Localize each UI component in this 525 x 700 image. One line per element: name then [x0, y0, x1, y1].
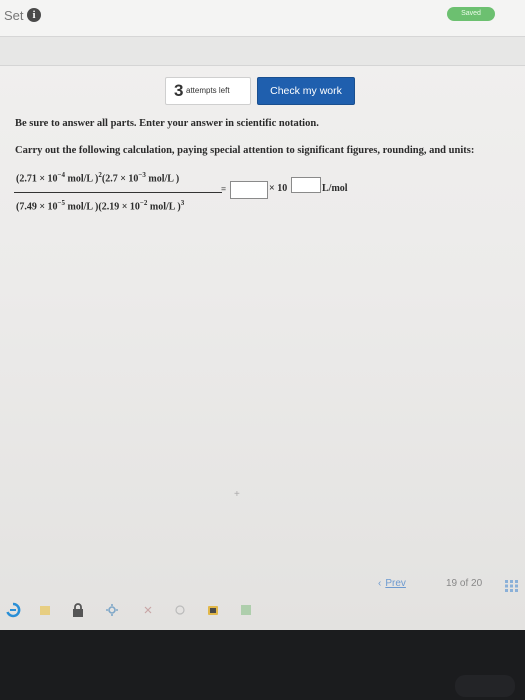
- set-label: Set: [4, 8, 24, 23]
- info-icon[interactable]: i: [27, 8, 41, 22]
- den-term2-power: 3: [180, 199, 185, 207]
- of-label: of: [459, 578, 469, 589]
- equation-numerator: (2.71 × 10−4 mol/L )2(2.7 × 10−3 mol/L ): [16, 171, 179, 184]
- screen: Set i Saved 3 attempts left Check my wor…: [0, 0, 525, 630]
- header-band: [0, 37, 525, 66]
- den-term1-exponent: −5: [57, 199, 66, 207]
- chevron-left-icon: ‹: [378, 578, 382, 589]
- attempts-text: attempts left: [186, 86, 230, 95]
- record-icon[interactable]: [172, 602, 188, 618]
- camera-icon[interactable]: [205, 602, 221, 618]
- prev-button[interactable]: ‹ Prev: [378, 578, 406, 589]
- settings-icon[interactable]: [104, 602, 120, 618]
- prev-label: Prev: [385, 578, 406, 589]
- den-term1: (7.49 × 10: [16, 201, 58, 213]
- page-indicator: 19 of 20: [446, 578, 482, 589]
- answer-coefficient-input[interactable]: [230, 181, 268, 199]
- fraction-bar: [14, 192, 222, 193]
- close-icon[interactable]: [140, 602, 156, 618]
- answer-exponent-input[interactable]: [291, 177, 321, 193]
- notes-icon[interactable]: [37, 602, 53, 618]
- equation-denominator: (7.49 × 10−5 mol/L )(2.19 × 10−2 mol/L )…: [16, 199, 184, 212]
- top-bar: Set i Saved: [0, 0, 525, 37]
- image-icon[interactable]: [238, 602, 254, 618]
- attempts-count: 3: [174, 81, 184, 100]
- num-term2-unit: mol/L ): [145, 173, 180, 185]
- unit-label: L/mol: [322, 183, 348, 194]
- num-term1-exponent: −4: [57, 171, 66, 179]
- num-term2: (2.7 × 10: [101, 173, 139, 185]
- grid-icon[interactable]: [505, 580, 519, 592]
- equals-sign: =: [221, 184, 227, 194]
- den-term2: (2.19 × 10: [98, 201, 140, 213]
- device-bezel-logo: [455, 675, 515, 697]
- lock-icon[interactable]: [70, 602, 86, 618]
- check-my-work-button[interactable]: Check my work: [257, 77, 355, 105]
- saved-status-badge: Saved: [447, 7, 495, 21]
- num-term1: (2.71 × 10: [16, 173, 58, 185]
- den-term1-unit: mol/L ): [65, 201, 99, 213]
- times-ten-label: × 10: [269, 183, 288, 194]
- attempts-indicator: 3 attempts left: [165, 77, 251, 105]
- total-pages: 20: [471, 578, 483, 589]
- mouse-cursor: +: [234, 489, 240, 500]
- num-term1-unit: mol/L ): [65, 173, 99, 185]
- num-term2-exponent: −3: [138, 171, 146, 179]
- current-page: 19: [446, 578, 458, 589]
- den-term2-unit: mol/L ): [147, 201, 181, 213]
- instruction-scientific-notation: Be sure to answer all parts. Enter your …: [15, 118, 319, 129]
- instruction-significant-figures: Carry out the following calculation, pay…: [15, 145, 475, 156]
- browser-icon[interactable]: [5, 602, 21, 618]
